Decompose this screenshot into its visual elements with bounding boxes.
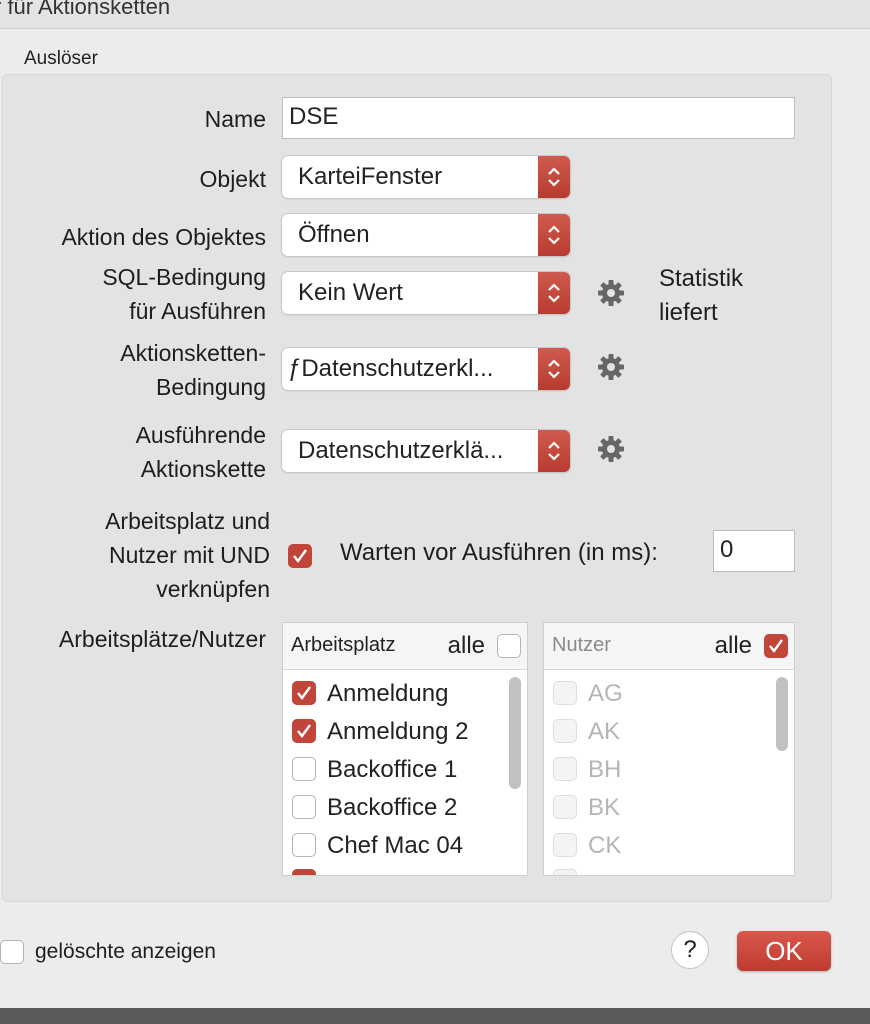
ak-bed-popup[interactable]: ƒDatenschutzerkl... [282, 348, 570, 390]
list-item: AK [544, 713, 766, 751]
nutzer-list[interactable]: Nutzer alle AG AK BH BK CK [543, 622, 795, 876]
popup-stepper-icon [538, 348, 570, 390]
ausf-label-line2: Aktionskette [140, 456, 266, 482]
arbeitsplatz-alle-checkbox[interactable] [497, 634, 521, 658]
nutzer-alle-label: alle [714, 632, 752, 659]
ausf-label-line1: Ausführende [135, 422, 266, 448]
list-item[interactable]: Backoffice 2 [283, 789, 505, 827]
scrollbar[interactable] [776, 677, 788, 751]
nutzer-header-title: Nutzer [552, 634, 611, 656]
popup-stepper-icon [538, 214, 570, 256]
item-checkbox [553, 681, 577, 705]
item-label: AG [588, 680, 623, 707]
item-checkbox [553, 833, 577, 857]
warten-label: Warten vor Ausführen (in ms): [340, 539, 658, 566]
arbeitsplatz-list[interactable]: Arbeitsplatz alle Anmeldung Anmeldung 2 … [282, 622, 528, 876]
checkmark-icon [297, 686, 311, 700]
list-item: AG [544, 675, 766, 713]
item-label: Anmeldung [327, 680, 449, 707]
sql-popup[interactable]: Kein Wert [282, 272, 570, 314]
ausf-popup-value: Datenschutzerklä... [298, 437, 504, 464]
gear-icon[interactable] [596, 434, 626, 464]
item-checkbox[interactable] [292, 795, 316, 819]
checkmark-icon [297, 724, 311, 738]
list-item[interactable]: Anmeldung [283, 675, 505, 713]
statistik-label-line2: liefert [659, 299, 718, 326]
list-item[interactable]: Chef Mac 04 [283, 827, 505, 865]
item-checkbox[interactable] [292, 833, 316, 857]
list-item: CK [544, 827, 766, 865]
ausf-popup[interactable]: Datenschutzerklä... [282, 430, 570, 472]
objekt-label: Objekt [199, 166, 266, 192]
scrollbar[interactable] [509, 677, 521, 789]
item-label: BK [588, 794, 621, 821]
item-label: Chef Mac 04 [327, 832, 464, 859]
item-checkbox-partial [553, 869, 577, 875]
gear-icon[interactable] [596, 352, 626, 382]
item-label: Backoffice 1 [327, 756, 458, 783]
arbeitsplatz-list-header: Arbeitsplatz alle [283, 623, 527, 670]
name-label: Name [204, 106, 266, 132]
window-title: r für Aktionsketten [0, 0, 171, 19]
help-button[interactable]: ? [671, 931, 709, 969]
checkmark-icon [293, 549, 307, 563]
und-label-line2: Nutzer mit UND [108, 542, 270, 568]
ak-bed-popup-value: ƒDatenschutzerkl... [288, 355, 494, 382]
item-checkbox[interactable] [292, 757, 316, 781]
objekt-popup[interactable]: KarteiFenster [282, 156, 570, 198]
item-label: Anmeldung 2 [327, 718, 469, 745]
window-bottom-edge [0, 1008, 870, 1024]
item-label: Backoffice 2 [327, 794, 458, 821]
item-checkbox[interactable] [292, 681, 316, 705]
list-item[interactable]: Backoffice 1 [283, 751, 505, 789]
und-label-line1: Arbeitsplatz und [105, 508, 270, 534]
und-label-line3: verknüpfen [156, 576, 270, 602]
arbeitsplatz-alle-label: alle [447, 632, 485, 659]
statistik-label-line1: Statistik [659, 265, 744, 292]
und-checkbox[interactable] [288, 544, 312, 568]
list-item[interactable]: Anmeldung 2 [283, 713, 505, 751]
ak-bed-label-line2: Bedingung [156, 374, 266, 400]
arbeitsplatz-header-title: Arbeitsplatz [291, 634, 396, 656]
item-label: AK [588, 718, 621, 745]
show-deleted-label[interactable]: gelöschte anzeigen [35, 935, 216, 969]
aktion-popup[interactable]: Öffnen [282, 214, 570, 256]
item-checkbox [553, 719, 577, 743]
group-label: Auslöser [24, 48, 98, 69]
aktion-popup-value: Öffnen [298, 221, 370, 248]
item-label: BH [588, 756, 622, 783]
popup-stepper-icon [538, 272, 570, 314]
name-field[interactable]: DSE [282, 97, 795, 139]
nutzer-alle-checkbox[interactable] [764, 634, 788, 658]
item-checkbox [553, 795, 577, 819]
show-deleted-checkbox[interactable] [0, 940, 24, 964]
sql-label-line2: für Ausführen [129, 298, 266, 324]
item-checkbox-partial[interactable] [292, 869, 316, 875]
nutzer-list-header: Nutzer alle [544, 623, 794, 670]
lists-label: Arbeitsplätze/Nutzer [58, 626, 266, 652]
checkmark-icon [769, 639, 783, 653]
ok-button[interactable]: OK [737, 931, 831, 971]
aktion-label: Aktion des Objektes [61, 224, 266, 250]
popup-stepper-icon [538, 156, 570, 198]
sql-popup-value: Kein Wert [298, 279, 403, 306]
gear-icon[interactable] [596, 278, 626, 308]
item-label: CK [588, 832, 622, 859]
warten-field[interactable]: 0 [713, 530, 795, 572]
sql-label-line1: SQL-Bedingung [102, 264, 266, 290]
list-item: BH [544, 751, 766, 789]
list-item: BK [544, 789, 766, 827]
item-checkbox[interactable] [292, 719, 316, 743]
item-checkbox [553, 757, 577, 781]
window-titlebar: r für Aktionsketten [0, 0, 870, 29]
objekt-popup-value: KarteiFenster [298, 163, 443, 190]
popup-stepper-icon [538, 430, 570, 472]
ak-bed-label-line1: Aktionsketten- [120, 340, 266, 366]
